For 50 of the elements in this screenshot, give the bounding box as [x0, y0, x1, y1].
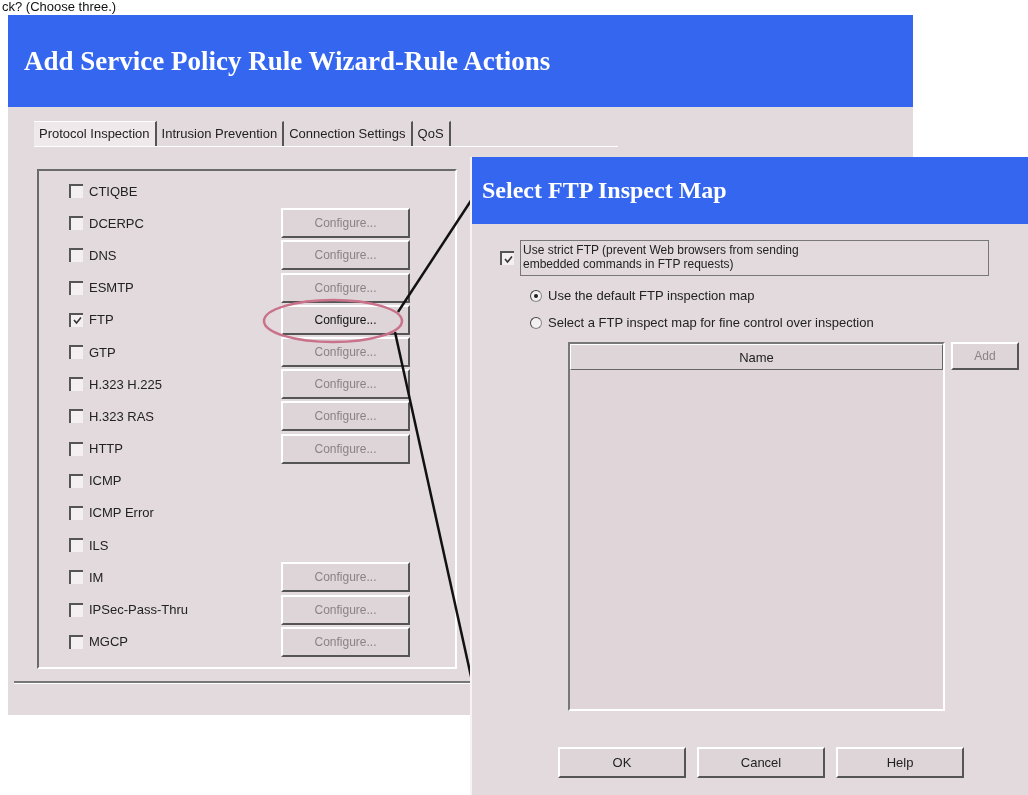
- protocol-label: DCERPC: [89, 215, 145, 231]
- dialog-button[interactable]: Cancel: [697, 747, 825, 778]
- protocol-label: ICMP Error: [89, 505, 155, 521]
- checkbox[interactable]: [69, 248, 83, 263]
- protocol-label: FTP: [89, 312, 115, 328]
- configure-button[interactable]: Configure...: [281, 304, 410, 335]
- checkbox[interactable]: [69, 570, 83, 585]
- checkbox[interactable]: [69, 441, 83, 456]
- tab[interactable]: Protocol Inspection: [34, 121, 157, 146]
- protocol-label: IM: [89, 569, 105, 585]
- column-header[interactable]: Name: [570, 344, 943, 370]
- checkbox[interactable]: [69, 602, 83, 617]
- tab[interactable]: Connection Settings: [284, 121, 413, 146]
- checkbox[interactable]: [69, 312, 83, 327]
- checkbox[interactable]: [69, 377, 83, 392]
- dialog-button[interactable]: Help: [836, 747, 964, 778]
- checkmark-icon: [503, 254, 513, 264]
- protocol-label: CTIQBE: [89, 183, 139, 199]
- checkbox[interactable]: [69, 345, 83, 360]
- tab[interactable]: QoS: [412, 121, 451, 146]
- protocol-label: GTP: [89, 344, 117, 360]
- checkbox[interactable]: [69, 634, 83, 649]
- checkbox-label: Use strict FTP (prevent Web browsers from sending embedded commands in FTP requests): [520, 240, 989, 276]
- protocol-label: H.323 H.225: [89, 376, 163, 392]
- protocol-label: ILS: [89, 537, 110, 553]
- checkbox[interactable]: [69, 216, 83, 231]
- checkbox[interactable]: [69, 280, 83, 295]
- protocol-label: ICMP: [89, 473, 123, 489]
- checkbox[interactable]: [69, 409, 83, 424]
- protocol-label: HTTP: [89, 441, 124, 457]
- checkbox[interactable]: [69, 538, 83, 553]
- radio-button[interactable]: [530, 289, 542, 302]
- protocol-label: MGCP: [89, 634, 129, 650]
- protocol-label: H.323 RAS: [89, 408, 156, 424]
- dialog-title: Add Service Policy Rule Wizard-Rule Actions: [8, 15, 913, 107]
- radio-button[interactable]: [530, 316, 542, 329]
- protocol-label: IPSec-Pass-Thru: [89, 602, 189, 618]
- checkbox[interactable]: [69, 184, 83, 199]
- protocol-label: ESMTP: [89, 280, 135, 296]
- checkmark-icon: [72, 316, 82, 326]
- tab[interactable]: Intrusion Prevention: [156, 121, 285, 146]
- checkbox[interactable]: [500, 251, 514, 265]
- radio-label: Use the default FTP inspection map: [548, 288, 755, 303]
- checkbox[interactable]: [69, 473, 83, 488]
- dialog-button[interactable]: OK: [558, 747, 686, 778]
- protocol-label: DNS: [89, 247, 118, 263]
- dialog-title: Select FTP Inspect Map: [472, 157, 1028, 224]
- radio-label: Select a FTP inspect map for fine control over inspection: [548, 315, 874, 330]
- question-text: ck? (Choose three.): [1, 0, 118, 15]
- checkbox[interactable]: [69, 505, 83, 520]
